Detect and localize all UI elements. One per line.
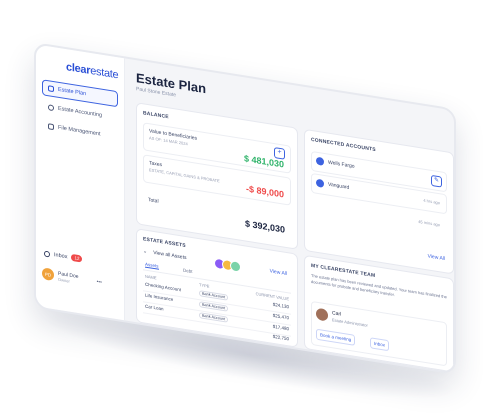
asset-value: $24,130 (272, 301, 289, 310)
sidebar-item-label: File Management (58, 124, 101, 138)
main-content: Estate Plan Paul Stone Estate BALANCE Va… (132, 60, 454, 373)
home-icon (48, 85, 54, 93)
account-sync-time: 45 mins ago (418, 218, 440, 228)
user-profile[interactable]: PD Paul Doe Owner ••• (42, 267, 102, 288)
total-label: Total (148, 197, 159, 205)
app-window: clearestate Estate Plan Estate Accountin… (34, 42, 456, 375)
col-name: NAME (145, 273, 157, 281)
calculator-icon (48, 104, 54, 112)
account-sync-time: 4 hrs ago (423, 197, 440, 206)
balance-card: BALANCE Value to Beneficiaries AS OF: 14… (136, 102, 298, 250)
balance-row-value: -$ 89,000 (245, 183, 284, 200)
edit-icon[interactable]: ✎ (431, 174, 442, 188)
team-description: The estate plan has been reviewed and up… (311, 272, 447, 300)
sidebar-item-label: Estate Plan (58, 86, 87, 98)
brand-logo[interactable]: clearestate (66, 61, 118, 81)
asset-value: $17,480 (272, 323, 289, 332)
balance-title: BALANCE (143, 110, 169, 121)
asset-name: Checking Account (145, 281, 182, 293)
view-all-accounts-link[interactable]: View All (428, 253, 445, 262)
advisor-role: Estate Administrator (332, 317, 368, 328)
bank-icon (316, 178, 324, 188)
advisor-box: Carl Estate Administrator Book a meeting… (311, 300, 447, 367)
folder-icon (48, 123, 54, 131)
account-name: Wells Fargo (328, 159, 355, 170)
sidebar-nav: Estate Plan Estate Accounting File Manag… (42, 79, 118, 148)
sidebar-item-label: Estate Accounting (58, 105, 103, 119)
estate-assets-title: ESTATE ASSETS (143, 236, 186, 250)
collaborator-avatars (214, 257, 241, 273)
book-meeting-button[interactable]: Book a meeting (316, 328, 356, 346)
device-wrap: clearestate Estate Plan Estate Accountin… (0, 0, 483, 397)
more-options-icon[interactable]: ••• (97, 279, 102, 286)
asset-name: Car Loan (145, 303, 164, 312)
tab-debt[interactable]: Debt (183, 268, 193, 275)
connected-accounts-card: CONNECTED ACCOUNTS Wells Fargo ✎ Vanguar… (304, 128, 454, 275)
sidebar: clearestate Estate Plan Estate Accountin… (36, 44, 125, 321)
account-name: Vanguard (328, 181, 350, 191)
col-type: TYPE (199, 282, 210, 289)
inbox-button[interactable]: Inbox (370, 337, 390, 352)
inbox-icon (44, 250, 50, 258)
asset-filter-label: View all Assets (153, 249, 187, 262)
chevron-down-icon: ⌄ (143, 248, 148, 255)
avatar: PD (42, 267, 54, 282)
inbox-label: Inbox (54, 251, 68, 260)
asset-value: $22,750 (272, 333, 289, 342)
bank-icon (316, 156, 324, 166)
connected-accounts-title: CONNECTED ACCOUNTS (311, 136, 376, 154)
total-value: $ 392,030 (244, 218, 285, 235)
sidebar-inbox[interactable]: Inbox 12 (44, 250, 83, 263)
team-card: MY CLEARESTATE TEAM The estate plan has … (304, 254, 454, 373)
asset-type: Bank Account (199, 290, 229, 301)
avatar (230, 260, 241, 273)
asset-filter[interactable]: ⌄ View all Assets (143, 248, 186, 261)
inbox-count-badge: 12 (71, 253, 83, 263)
avatar (316, 307, 328, 322)
asset-value: $25,470 (272, 312, 289, 321)
tab-assets[interactable]: Assets (145, 261, 159, 270)
balance-row-sub: ESTATE, CAPITAL GAINS & PROBATE (149, 167, 220, 184)
view-all-assets-link[interactable]: View All (270, 268, 287, 277)
